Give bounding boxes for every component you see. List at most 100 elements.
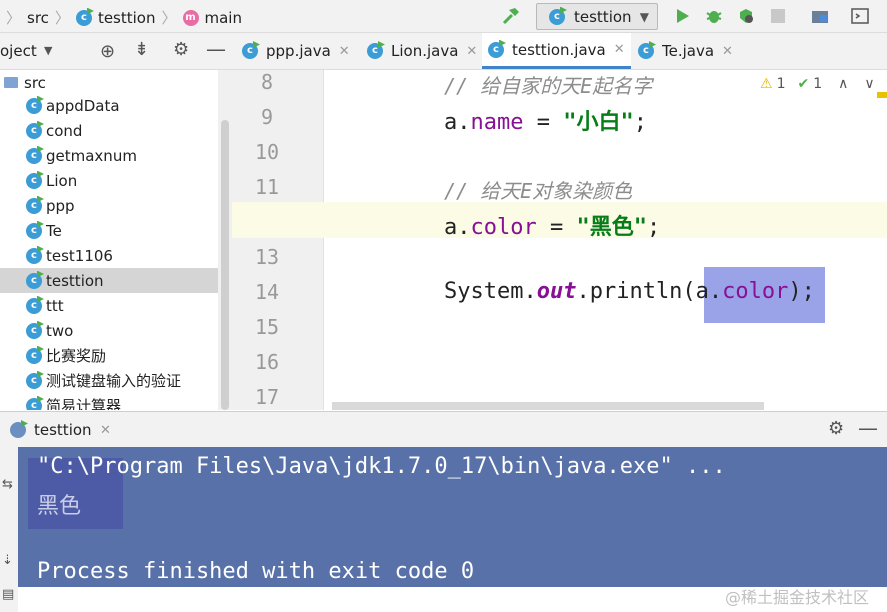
- locate-target-icon[interactable]: ⊕: [100, 41, 115, 62]
- run-tab-icon: [10, 422, 26, 438]
- tree-item-label: getmaxnum: [46, 146, 137, 165]
- class-icon: c: [26, 372, 42, 389]
- class-icon: c: [488, 41, 504, 58]
- code-token: color: [470, 215, 537, 240]
- tree-item-label: ppp: [46, 196, 75, 215]
- run-tab-label[interactable]: testtion: [34, 421, 92, 439]
- line-number-gutter: 8 9 10 11 12 13 14 15 16 17: [232, 70, 324, 410]
- gear-icon[interactable]: ⚙: [173, 39, 189, 60]
- tree-item[interactable]: c two: [0, 318, 232, 343]
- tree-item[interactable]: c getmaxnum: [0, 143, 232, 168]
- console-exit-message: Process finished with exit code 0: [37, 559, 475, 584]
- collapse-all-icon[interactable]: ⇟: [134, 39, 149, 60]
- tree-item[interactable]: c Lion: [0, 168, 232, 193]
- run-config-label: testtion: [574, 7, 632, 26]
- class-icon: c: [26, 247, 42, 264]
- class-icon: c: [26, 197, 42, 214]
- tree-item[interactable]: c ttt: [0, 293, 232, 318]
- tree-item[interactable]: c appdData: [0, 93, 232, 118]
- gear-icon[interactable]: ⚙: [828, 418, 844, 439]
- class-icon: c: [638, 43, 654, 59]
- class-icon: c: [26, 122, 42, 139]
- tree-item-label: test1106: [46, 246, 113, 265]
- tab-label: Te.java: [662, 42, 715, 60]
- run-configuration-select[interactable]: c testtion ▼: [536, 3, 658, 30]
- tree-item[interactable]: c test1106: [0, 243, 232, 268]
- breadcrumb-method[interactable]: main: [205, 9, 242, 27]
- code-line: System.out.println(a.color);: [444, 279, 815, 304]
- tree-item-src[interactable]: src: [0, 70, 232, 95]
- tree-item-label: Te: [46, 221, 62, 240]
- coverage-icon[interactable]: [736, 6, 756, 26]
- soft-wrap-icon[interactable]: ⇆: [2, 477, 13, 492]
- chevron-up-icon[interactable]: ∧: [838, 76, 848, 92]
- code-token: a.: [444, 215, 471, 240]
- close-icon[interactable]: ✕: [466, 44, 477, 59]
- print-icon[interactable]: ▤: [2, 587, 14, 602]
- tree-item[interactable]: c Te: [0, 218, 232, 243]
- tree-item[interactable]: c 简易计算器: [0, 393, 232, 410]
- watermark: @稀土掘金技术社区: [724, 588, 869, 607]
- line-number: 8: [260, 70, 274, 94]
- chevron-down-icon[interactable]: ∨: [864, 76, 874, 92]
- code-token: );: [788, 279, 815, 304]
- tree-item[interactable]: c ppp: [0, 193, 232, 218]
- class-icon: c: [26, 97, 42, 114]
- code-comment: // 给天E对象染颜色: [444, 179, 633, 203]
- scrollbar-thumb[interactable]: [221, 120, 229, 410]
- stop-icon[interactable]: [768, 6, 788, 26]
- line-number: 15: [254, 315, 280, 339]
- tree-scrollbar[interactable]: [218, 70, 232, 410]
- editor-horizontal-scrollbar[interactable]: [332, 402, 764, 410]
- tree-item-label: two: [46, 321, 74, 340]
- line-number: 14: [254, 280, 280, 304]
- line-number: 11: [254, 175, 280, 199]
- tree-item[interactable]: c 比赛奖励: [0, 343, 232, 368]
- build-hammer-icon[interactable]: [501, 6, 521, 26]
- class-icon: c: [26, 147, 42, 164]
- console-output-line: 黑色: [37, 494, 82, 519]
- code-line: a.color = "黑色";: [444, 209, 660, 241]
- minimize-icon[interactable]: —: [858, 416, 878, 440]
- line-number: 10: [254, 140, 280, 164]
- close-icon[interactable]: ✕: [614, 42, 625, 57]
- debug-bug-icon[interactable]: [704, 6, 724, 26]
- tree-item-selected[interactable]: c testtion: [0, 268, 232, 293]
- code-token: a.: [444, 110, 471, 135]
- minimize-icon[interactable]: —: [206, 37, 226, 61]
- terminal-window-icon[interactable]: [850, 6, 870, 26]
- code-token: ;: [633, 110, 647, 135]
- tree-item[interactable]: c 测试键盘输入的验证: [0, 368, 232, 393]
- run-panel-header: testtion ✕ ⚙ —: [0, 411, 887, 447]
- project-structure-icon[interactable]: [810, 6, 830, 26]
- chevron-down-icon[interactable]: ▼: [44, 44, 52, 57]
- class-icon: c: [26, 397, 42, 410]
- code-token: "黑色": [576, 215, 647, 240]
- tab-te[interactable]: c Te.java ✕: [638, 33, 733, 69]
- breadcrumb-src[interactable]: src: [27, 9, 49, 27]
- code-token: .println(a.: [576, 279, 723, 304]
- tab-label: ppp.java: [266, 42, 331, 60]
- line-number: 9: [260, 105, 274, 129]
- tab-testtion[interactable]: c testtion.java ✕: [482, 33, 631, 69]
- breadcrumb-class[interactable]: testtion: [98, 9, 156, 27]
- close-icon[interactable]: ✕: [100, 423, 111, 438]
- class-icon: c: [26, 222, 42, 239]
- folder-icon: [4, 77, 18, 88]
- navigation-toolbar: 〉 src 〉 c testtion 〉 m main c testtion ▼: [0, 0, 887, 33]
- inspection-widget[interactable]: ⚠ 1 ✔ 1 ∧ ∨: [760, 76, 875, 92]
- close-icon[interactable]: ✕: [722, 44, 733, 59]
- tree-item[interactable]: c cond: [0, 118, 232, 143]
- close-icon[interactable]: ✕: [339, 44, 350, 59]
- code-token: color: [722, 279, 789, 304]
- class-icon: c: [367, 43, 383, 59]
- code-editor[interactable]: // 给自家的天E起名字 a.name = "小白"; // 给天E对象染颜色 …: [324, 70, 887, 410]
- warning-stripe-marker[interactable]: [877, 92, 887, 98]
- scroll-to-end-icon[interactable]: ⇣: [2, 553, 13, 568]
- chevron-down-icon: ▼: [639, 9, 649, 24]
- run-icon[interactable]: [672, 6, 692, 26]
- project-view-title[interactable]: oject: [0, 42, 37, 60]
- tab-lion[interactable]: c Lion.java ✕: [367, 33, 477, 69]
- line-number: 16: [254, 350, 280, 374]
- tab-ppp[interactable]: c ppp.java ✕: [242, 33, 350, 69]
